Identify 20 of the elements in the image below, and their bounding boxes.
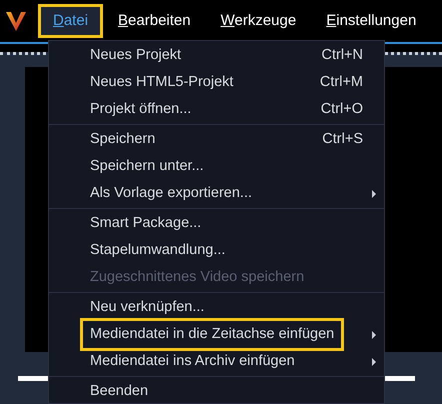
- menu-bar-item[interactable]: Werkzeuge: [206, 4, 312, 38]
- menu-item[interactable]: Beenden: [49, 378, 384, 403]
- menu-item[interactable]: Neu verknüpfen...: [49, 294, 384, 321]
- menu-item[interactable]: Neues HTML5-Projekt Ctrl+M: [49, 69, 384, 96]
- shortcut-label: Ctrl+N: [322, 46, 363, 65]
- menu-bar-item[interactable]: Datei: [38, 4, 104, 38]
- menu-item[interactable]: Speichern unter...: [49, 153, 384, 180]
- shortcut-label: Ctrl+S: [322, 130, 363, 149]
- menu-item[interactable]: Projekt öffnen... Ctrl+O: [49, 96, 384, 123]
- menu-item[interactable]: Als Vorlage exportieren...: [49, 180, 384, 207]
- menu-item[interactable]: Speichern Ctrl+S: [49, 126, 384, 153]
- shortcut-label: Ctrl+O: [320, 100, 363, 119]
- logo-icon: [5, 10, 27, 32]
- menu-item[interactable]: Smart Package...: [49, 210, 384, 237]
- menu-bar-item[interactable]: Bearbeiten: [103, 4, 206, 38]
- menu-bar-item[interactable]: Einstellungen: [311, 4, 432, 38]
- menu-item[interactable]: Neues Projekt Ctrl+N: [49, 42, 384, 69]
- shortcut-label: Ctrl+M: [320, 72, 363, 92]
- menu-item[interactable]: Stapelumwandlung...: [49, 237, 384, 264]
- menu-item[interactable]: Mediendatei ins Archiv einfügen: [49, 348, 384, 375]
